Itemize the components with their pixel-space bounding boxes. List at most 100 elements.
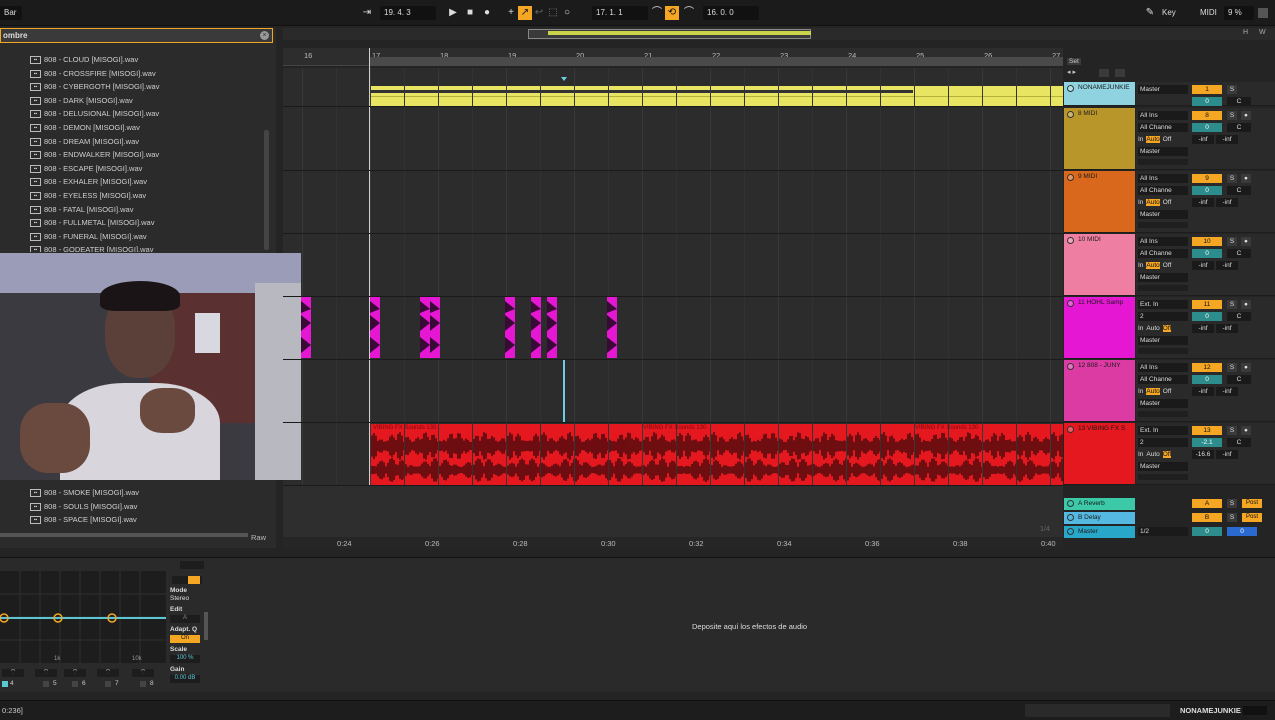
post-toggle[interactable]: Post <box>1242 499 1262 508</box>
send-a-field[interactable]: -inf <box>1192 261 1214 270</box>
return-track-header[interactable]: B Delay <box>1064 512 1135 524</box>
track-activator[interactable]: 13 <box>1192 426 1222 435</box>
solo-button[interactable]: S <box>1227 513 1237 522</box>
monitor-auto[interactable]: Auto <box>1146 451 1159 458</box>
pan-field[interactable]: C <box>1227 375 1251 384</box>
monitor-off[interactable]: Off <box>1162 451 1172 458</box>
eq-band-enable[interactable] <box>2 681 8 687</box>
output-route-select[interactable]: Master <box>1138 399 1188 408</box>
scale-value[interactable]: 100 % <box>170 655 200 663</box>
monitor-auto[interactable]: Auto <box>1146 136 1160 143</box>
output-route-select[interactable]: Master <box>1138 336 1188 345</box>
browser-file-item[interactable]: ▪▪ 808 - ESCAPE [MISOGI].wav <box>30 162 142 175</box>
browser-file-item[interactable]: ▪▪ 808 - ENDWALKER [MISOGI].wav <box>30 148 159 161</box>
solo-button[interactable]: S <box>1227 426 1237 435</box>
send-b-field[interactable]: -inf <box>1216 324 1238 333</box>
return-activator[interactable]: A <box>1192 499 1222 508</box>
channel-select[interactable]: All Channe <box>1138 123 1188 132</box>
track-name[interactable]: 13 VIBING FX S <box>1078 425 1134 432</box>
send-a-field[interactable]: -inf <box>1192 135 1214 144</box>
track-activator[interactable]: 11 <box>1192 300 1222 309</box>
browser-search-header[interactable]: ombre × <box>0 28 273 43</box>
arrangement-position-field[interactable]: 19. 4. 3 <box>380 6 436 20</box>
adapt-q-toggle[interactable]: On <box>170 635 200 643</box>
locator-nav-icons[interactable]: ◂ ▸ <box>1067 68 1076 76</box>
browser-file-item[interactable]: ▪▪ 808 - SMOKE [MISOGI].wav <box>30 486 139 499</box>
arrangement-tool-icon[interactable] <box>1099 69 1109 77</box>
return-track-name[interactable]: A Reverb <box>1078 500 1105 507</box>
browser-file-item[interactable]: ▪▪ 808 - CLOUD [MISOGI].wav <box>30 53 138 66</box>
pan-field[interactable]: C <box>1227 249 1251 258</box>
arrangement-position-icon[interactable]: ⇥ <box>360 6 374 20</box>
track-fold-icon[interactable] <box>1067 237 1074 244</box>
monitor-off[interactable]: Off <box>1163 199 1172 206</box>
solo-button[interactable]: S <box>1227 237 1237 246</box>
draw-mode-icon[interactable]: ✎ <box>1143 6 1157 20</box>
input-route-select[interactable]: All Ins <box>1138 111 1188 120</box>
eq-band-shape-icon[interactable]: ⌔ <box>97 669 119 677</box>
track-activator[interactable]: 9 <box>1192 174 1222 183</box>
eq-band-8[interactable]: ⌔ 8 <box>130 667 160 689</box>
input-route-select[interactable]: Ext. In <box>1138 426 1188 435</box>
solo-button[interactable]: S <box>1227 85 1237 94</box>
track-name[interactable]: 12 808 - JUNY <box>1078 362 1134 369</box>
monitor-switch[interactable]: In Auto Off <box>1138 450 1188 459</box>
eq-band-shape-icon[interactable]: ⌔ <box>35 669 57 677</box>
mode-select[interactable]: Stereo <box>170 595 189 602</box>
input-route-select[interactable]: All Ins <box>1138 363 1188 372</box>
return-fold-icon[interactable] <box>1067 514 1074 521</box>
clip-hohl-sample[interactable] <box>531 297 541 358</box>
send-b-field[interactable]: -inf <box>1216 450 1238 459</box>
input-route-select[interactable]: Ext. In <box>1138 300 1188 309</box>
track-fold-icon[interactable] <box>1067 300 1074 307</box>
volume-field[interactable]: 0 <box>1192 249 1222 258</box>
channel-select[interactable]: All Channe <box>1138 186 1188 195</box>
browser-file-item[interactable]: ▪▪ 808 - FATAL [MISOGI].wav <box>30 203 133 216</box>
w-button[interactable]: W <box>1259 29 1271 39</box>
clip-808-juny[interactable] <box>563 360 565 422</box>
eq-band-enable[interactable] <box>43 681 49 687</box>
play-icon[interactable]: ▶ <box>446 6 460 20</box>
monitor-off[interactable]: Off <box>1163 262 1172 269</box>
monitor-switch[interactable]: In Auto Off <box>1138 324 1188 333</box>
arm-button[interactable]: ● <box>1241 174 1251 183</box>
input-route-select[interactable]: Master <box>1138 85 1188 94</box>
monitor-in[interactable]: In <box>1138 262 1143 269</box>
track-fold-icon[interactable] <box>1067 174 1074 181</box>
channel-select[interactable]: 2 <box>1138 438 1188 447</box>
return-track-header[interactable]: Master <box>1064 526 1135 538</box>
output-route-select[interactable]: Master <box>1138 462 1188 471</box>
master-volume[interactable]: 0 <box>1192 527 1222 536</box>
clip-hohl-sample[interactable] <box>420 297 430 358</box>
browser-file-item[interactable]: ▪▪ 808 - DARK [MISOGI].wav <box>30 94 133 107</box>
output-route-select[interactable]: Master <box>1138 273 1188 282</box>
send-a-field[interactable]: -inf <box>1192 198 1214 207</box>
monitor-in[interactable]: In <box>1138 136 1143 143</box>
monitor-off[interactable]: Off <box>1162 325 1172 332</box>
raw-toggle[interactable]: Raw <box>251 533 266 542</box>
eq-display[interactable]: 1k 10k <box>0 571 166 663</box>
monitor-off[interactable]: Off <box>1163 136 1172 143</box>
browser-file-item[interactable]: ▪▪ 808 - EXHALER [MISOGI].wav <box>30 175 147 188</box>
gain-value[interactable]: 0.00 dB <box>170 675 200 683</box>
automation-arm-icon[interactable]: ↗ <box>518 6 532 20</box>
monitor-switch[interactable]: In Auto Off <box>1138 198 1188 207</box>
send-b-field[interactable]: -inf <box>1216 198 1238 207</box>
solo-button[interactable]: S <box>1227 111 1237 120</box>
output-route-select[interactable]: Master <box>1138 147 1188 156</box>
send-a-field[interactable]: -inf <box>1192 387 1214 396</box>
reenable-automation-icon[interactable]: ↩ <box>532 6 546 20</box>
send-b-field[interactable]: -inf <box>1216 387 1238 396</box>
overdub-icon[interactable]: + <box>504 6 518 20</box>
track-name[interactable]: 11 HOHL Samp <box>1078 299 1134 306</box>
track-header[interactable]: NONAMEJUNKIE <box>1064 82 1135 106</box>
volume-field[interactable]: -2.1 <box>1192 438 1222 447</box>
session-record-icon[interactable]: ○ <box>560 6 574 20</box>
device-scrollbar[interactable] <box>204 612 208 640</box>
clip-hohl-sample[interactable] <box>547 297 557 358</box>
arm-button[interactable]: ● <box>1241 237 1251 246</box>
track-activator[interactable]: 12 <box>1192 363 1222 372</box>
eq-band-shape-icon[interactable]: ⌔ <box>132 669 154 677</box>
monitor-in[interactable]: In <box>1138 388 1143 395</box>
solo-button[interactable]: S <box>1227 363 1237 372</box>
